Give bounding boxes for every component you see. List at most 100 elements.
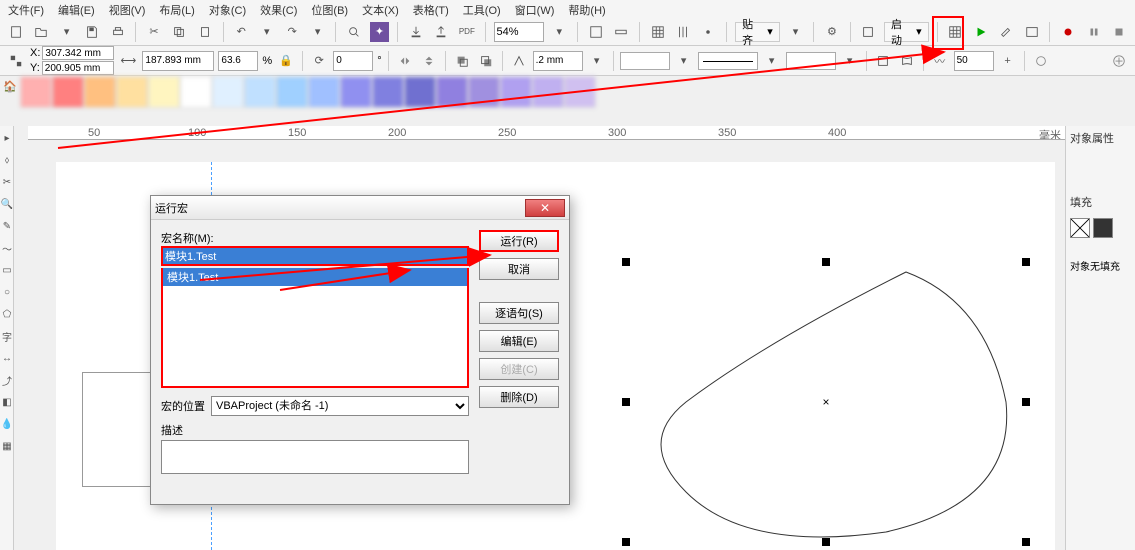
fullscreen-button[interactable] [586, 22, 605, 42]
app-button[interactable] [859, 22, 878, 42]
pick-tool[interactable]: ▸ [0, 128, 14, 148]
envelope-button[interactable] [897, 51, 917, 71]
home-icon[interactable]: 🏠 [0, 76, 20, 96]
cut-button[interactable]: ✂ [144, 22, 163, 42]
tools-icon[interactable]: ▾ [786, 22, 805, 42]
export-button[interactable] [432, 22, 451, 42]
rectangle-tool[interactable]: ▭ [0, 260, 14, 280]
selection-handle[interactable] [1022, 258, 1030, 266]
selection-handle[interactable] [622, 538, 630, 546]
arrow-end-select[interactable] [786, 52, 836, 70]
effects-icon[interactable]: ✦ [370, 22, 389, 42]
mirror-h-button[interactable] [395, 51, 415, 71]
color-swatch[interactable] [532, 76, 564, 108]
solid-fill-swatch[interactable] [1093, 218, 1113, 238]
rotation-input[interactable] [333, 51, 373, 71]
crop-tool[interactable]: ✂ [0, 172, 14, 192]
color-swatch[interactable] [276, 76, 308, 108]
grid-button[interactable] [648, 22, 667, 42]
macro-list[interactable]: 模块1.Test [161, 268, 469, 388]
line-style-select[interactable] [620, 52, 670, 70]
print-button[interactable] [108, 22, 127, 42]
close-button[interactable]: ✕ [525, 199, 565, 217]
paste-button[interactable] [195, 22, 214, 42]
selection-handle[interactable] [1022, 538, 1030, 546]
pause-button[interactable] [1084, 22, 1103, 42]
macro-list-item[interactable]: 模块1.Test [163, 268, 467, 286]
snap-dropdown[interactable]: 贴齐▾ [735, 22, 780, 42]
dimension-tool[interactable]: ↔ [0, 348, 14, 368]
pdf-button[interactable]: PDF [457, 22, 476, 42]
macro-name-input[interactable] [161, 246, 469, 266]
color-swatch[interactable] [308, 76, 340, 108]
cancel-button[interactable]: 取消 [479, 258, 559, 280]
order-front-button[interactable] [452, 51, 472, 71]
wrap-text-button[interactable] [873, 51, 893, 71]
menu-bitmap[interactable]: 位图(B) [311, 2, 348, 16]
redo-button[interactable]: ↷ [282, 22, 301, 42]
record-button[interactable] [1058, 22, 1077, 42]
text-tool[interactable]: 字 [0, 326, 14, 346]
width-input[interactable] [142, 51, 214, 71]
zoom-tool[interactable]: 🔍 [0, 194, 14, 214]
run-macro-button[interactable] [971, 22, 990, 42]
run-button[interactable]: 运行(R) [479, 230, 559, 252]
color-swatch[interactable] [372, 76, 404, 108]
delete-button[interactable]: 删除(D) [479, 386, 559, 408]
color-swatch[interactable] [84, 76, 116, 108]
effects-tool[interactable]: ◧ [0, 392, 14, 412]
selection-center[interactable]: × [821, 397, 831, 407]
fill-tool[interactable]: ▦ [0, 436, 14, 456]
mirror-v-button[interactable] [419, 51, 439, 71]
add-button[interactable] [1109, 51, 1129, 71]
menu-layout[interactable]: 布局(L) [159, 2, 194, 16]
snap-button[interactable] [699, 22, 718, 42]
shape-tool[interactable]: ⬨ [0, 150, 14, 170]
launch-dropdown[interactable]: 启动▾ [884, 22, 929, 42]
color-swatch[interactable] [468, 76, 500, 108]
search-button[interactable] [344, 22, 363, 42]
macro-manager-button[interactable] [1022, 22, 1041, 42]
dropdown-icon[interactable]: ▾ [587, 51, 607, 71]
smoothness-input[interactable] [954, 51, 994, 71]
selection-handle[interactable] [622, 398, 630, 406]
outline-width-input[interactable] [533, 51, 583, 71]
color-swatch[interactable] [116, 76, 148, 108]
dropdown-icon[interactable]: ▾ [308, 22, 327, 42]
dropdown-icon[interactable]: ▾ [840, 51, 860, 71]
open-button[interactable] [31, 22, 50, 42]
order-back-button[interactable] [476, 51, 496, 71]
color-swatch[interactable] [148, 76, 180, 108]
polygon-tool[interactable]: ⬠ [0, 304, 14, 324]
scale-input[interactable] [218, 51, 258, 71]
ruler-button[interactable] [611, 22, 630, 42]
undo-button[interactable]: ↶ [232, 22, 251, 42]
curve-tool[interactable]: 〜 [0, 238, 14, 258]
import-button[interactable] [406, 22, 425, 42]
x-input[interactable] [42, 46, 114, 60]
menu-help[interactable]: 帮助(H) [568, 2, 605, 16]
dropdown-icon[interactable]: ▾ [762, 51, 782, 71]
menu-text[interactable]: 文本(X) [362, 2, 399, 16]
dropdown-icon[interactable]: ▾ [57, 22, 76, 42]
dropdown-icon[interactable]: ▾ [550, 22, 569, 42]
spinner-up[interactable]: + [998, 51, 1018, 71]
selection-handle[interactable] [622, 258, 630, 266]
dialog-titlebar[interactable]: 运行宏 ✕ [151, 196, 569, 220]
color-swatch[interactable] [52, 76, 84, 108]
zoom-select[interactable] [494, 22, 544, 42]
color-swatch[interactable] [404, 76, 436, 108]
macro-grid-button[interactable] [946, 22, 965, 42]
lock-ratio-button[interactable]: 🔒 [276, 51, 296, 71]
color-swatch[interactable] [20, 76, 52, 108]
macro-location-select[interactable]: VBAProject (未命名 -1) [211, 396, 469, 416]
step-button[interactable]: 逐语句(S) [479, 302, 559, 324]
eyedropper-tool[interactable]: 💧 [0, 414, 14, 434]
no-fill-swatch[interactable] [1070, 218, 1090, 238]
dropdown-icon[interactable]: ▾ [257, 22, 276, 42]
menu-edit[interactable]: 编辑(E) [58, 2, 95, 16]
color-swatch[interactable] [340, 76, 372, 108]
new-button[interactable] [6, 22, 25, 42]
freehand-tool[interactable]: ✎ [0, 216, 14, 236]
menu-object[interactable]: 对象(C) [209, 2, 246, 16]
